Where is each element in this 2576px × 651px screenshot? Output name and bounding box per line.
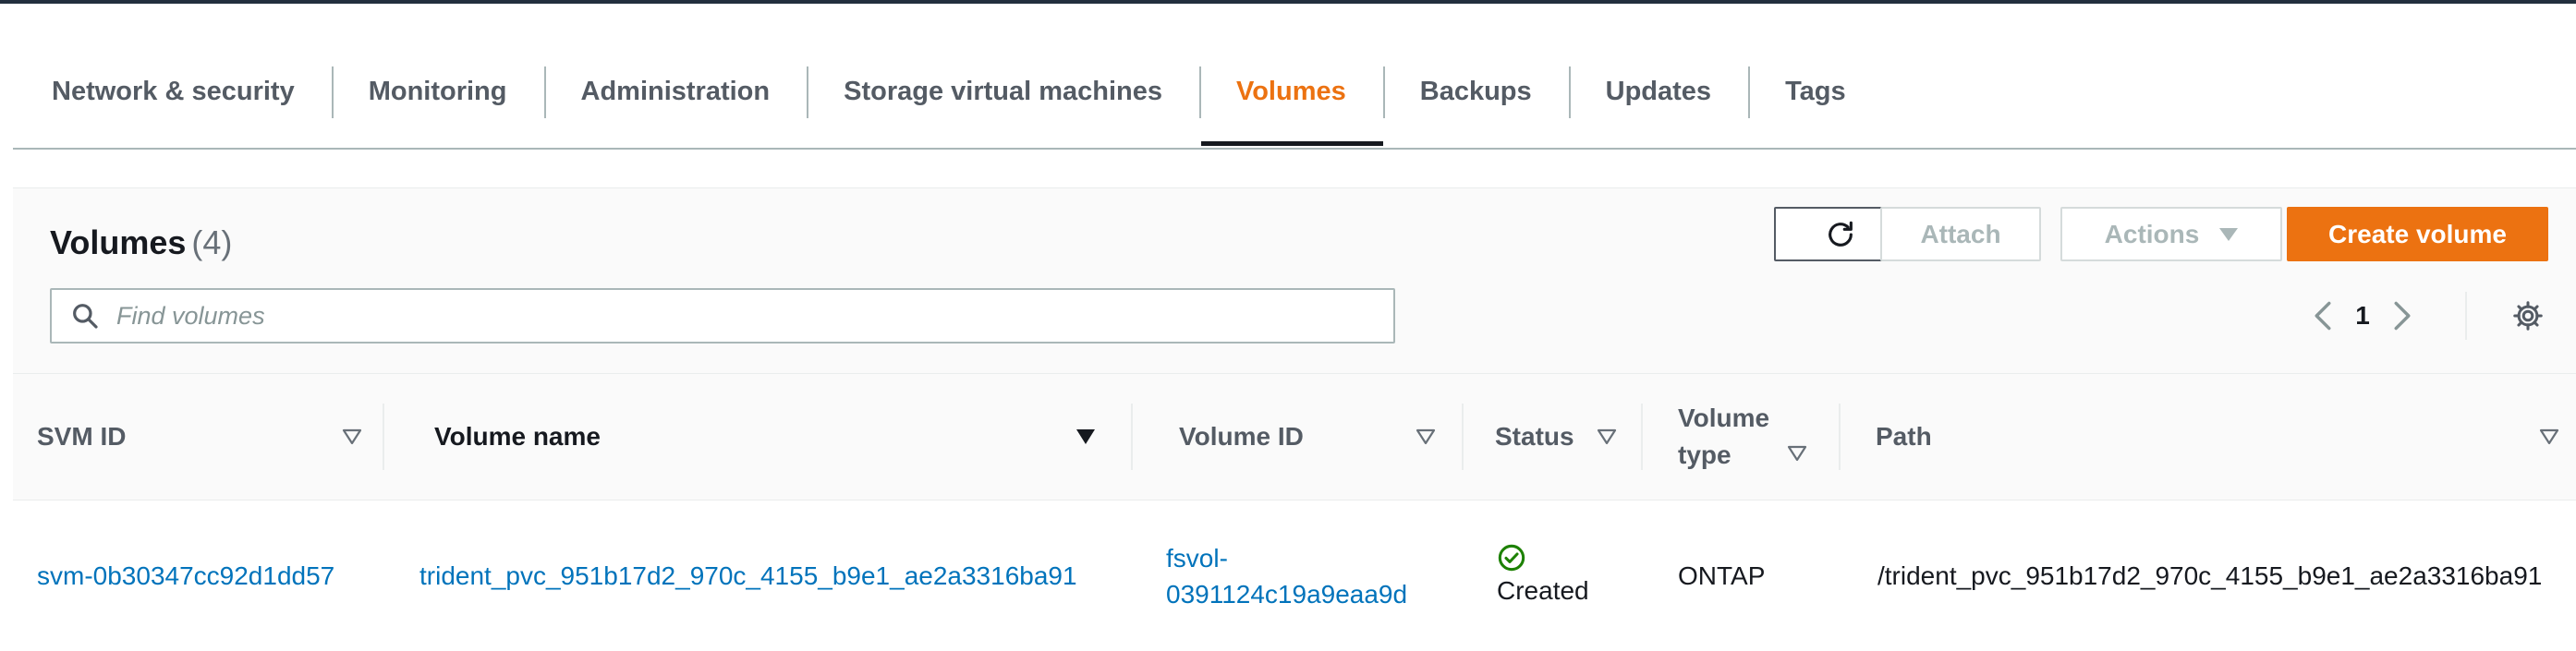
cell-path: /trident_pvc_951b17d2_970c_4155_b9e1_ae2… <box>1877 500 2542 651</box>
tab-label: Monitoring <box>368 76 507 106</box>
tab-label: Storage virtual machines <box>844 76 1163 106</box>
column-divider <box>1839 404 1841 470</box>
column-label: Status <box>1495 422 1574 451</box>
sort-icon[interactable] <box>2539 428 2559 446</box>
column-header-volume-type[interactable]: Volume type <box>1641 374 1839 500</box>
sort-icon[interactable] <box>1416 428 1436 446</box>
tab-administration[interactable]: Administration <box>543 57 808 144</box>
cell-volume-id: fsvol- 0391124c19a9eaa9d <box>1166 500 1407 651</box>
column-header-volume-id[interactable]: Volume ID <box>1131 374 1464 500</box>
column-header-volume-name[interactable]: Volume name <box>383 374 1142 500</box>
column-divider <box>1131 404 1133 470</box>
column-label: SVM ID <box>37 422 127 451</box>
cell-volume-name: trident_pvc_951b17d2_970c_4155_b9e1_ae2a… <box>419 500 1077 651</box>
volume-id-link[interactable]: fsvol- 0391124c19a9eaa9d <box>1166 540 1407 612</box>
top-border <box>0 0 2576 4</box>
column-label: Volume type <box>1678 400 1769 474</box>
column-label-line: Volume <box>1678 404 1770 432</box>
column-label: Volume name <box>434 422 601 451</box>
gear-icon <box>2513 301 2543 331</box>
tab-backups[interactable]: Backups <box>1382 57 1569 144</box>
volume-type-text: ONTAP <box>1678 561 1766 590</box>
column-header-path[interactable]: Path <box>1839 374 2576 500</box>
tab-volumes[interactable]: Volumes <box>1199 57 1383 146</box>
tab-label: Network & security <box>52 76 295 106</box>
panel-title: Volumes (4) <box>50 223 232 262</box>
cell-svm-id: svm-0b30347cc92d1dd57 <box>37 500 334 651</box>
column-label-line: type <box>1678 440 1732 469</box>
cell-status: Created <box>1497 500 1589 651</box>
sort-icon[interactable] <box>1787 444 1807 463</box>
column-divider <box>1641 404 1643 470</box>
volume-count: (4) <box>191 223 233 261</box>
tab-label: Volumes <box>1236 76 1346 106</box>
table-row: svm-0b30347cc92d1dd57 trident_pvc_951b17… <box>13 500 2576 651</box>
column-label: Volume ID <box>1179 422 1304 451</box>
tab-label: Tags <box>1785 76 1846 106</box>
detail-tabs: Network & security Monitoring Administra… <box>13 57 2576 150</box>
chevron-right-icon <box>2394 301 2411 331</box>
caret-down-icon <box>2219 227 2239 241</box>
volumes-panel: Volumes (4) Attach Actions Create volume … <box>13 187 2576 651</box>
preferences-button[interactable] <box>2508 295 2548 336</box>
tab-monitoring[interactable]: Monitoring <box>331 57 544 144</box>
create-volume-label: Create volume <box>2328 219 2507 248</box>
status-indicator: Created <box>1497 543 1589 609</box>
actions-dropdown[interactable]: Actions <box>2060 207 2282 261</box>
path-text: /trident_pvc_951b17d2_970c_4155_b9e1_ae2… <box>1877 561 2543 590</box>
column-header-svm-id[interactable]: SVM ID <box>37 374 395 500</box>
attach-button[interactable]: Attach <box>1880 207 2041 261</box>
volume-name-link[interactable]: trident_pvc_951b17d2_970c_4155_b9e1_ae2a… <box>419 561 1077 591</box>
search-icon <box>73 304 98 329</box>
cell-volume-type: ONTAP <box>1678 500 1765 651</box>
tab-storage-virtual-machines[interactable]: Storage virtual machines <box>807 57 1199 144</box>
chevron-left-icon <box>2315 301 2331 331</box>
tab-label: Backups <box>1419 76 1532 106</box>
column-divider <box>1462 404 1464 470</box>
sort-icon[interactable] <box>342 428 362 446</box>
tab-network-security[interactable]: Network & security <box>13 57 332 144</box>
panel-title-text: Volumes <box>50 223 187 261</box>
current-page[interactable]: 1 <box>2341 301 2384 331</box>
tab-tags[interactable]: Tags <box>1748 57 1883 144</box>
svm-id-link[interactable]: svm-0b30347cc92d1dd57 <box>37 561 334 591</box>
search-input[interactable] <box>115 300 1366 332</box>
tab-label: Updates <box>1605 76 1712 106</box>
next-page-button[interactable] <box>2384 295 2421 336</box>
actions-button-label: Actions <box>2104 219 2200 248</box>
refresh-icon <box>1829 221 1853 247</box>
attach-button-label: Attach <box>1920 219 2001 248</box>
tab-label: Administration <box>580 76 771 106</box>
tab-updates[interactable]: Updates <box>1568 57 1748 144</box>
table-header: SVM ID Volume name Volume ID Status Volu… <box>13 373 2576 501</box>
status-text: Created <box>1497 575 1589 605</box>
column-label: Path <box>1876 422 1932 451</box>
search-box[interactable] <box>50 288 1395 344</box>
sort-icon[interactable] <box>1597 428 1617 446</box>
column-divider <box>383 404 384 470</box>
previous-page-button[interactable] <box>2304 295 2341 336</box>
check-circle-icon <box>1498 544 1525 571</box>
volume-id-line: fsvol- <box>1166 543 1228 573</box>
column-header-status[interactable]: Status <box>1462 374 1646 500</box>
sort-descending-icon[interactable] <box>1075 428 1096 446</box>
divider <box>2465 292 2467 340</box>
volume-id-line: 0391124c19a9eaa9d <box>1166 579 1408 609</box>
pagination: 1 <box>2304 295 2421 336</box>
create-volume-button[interactable]: Create volume <box>2287 207 2548 261</box>
